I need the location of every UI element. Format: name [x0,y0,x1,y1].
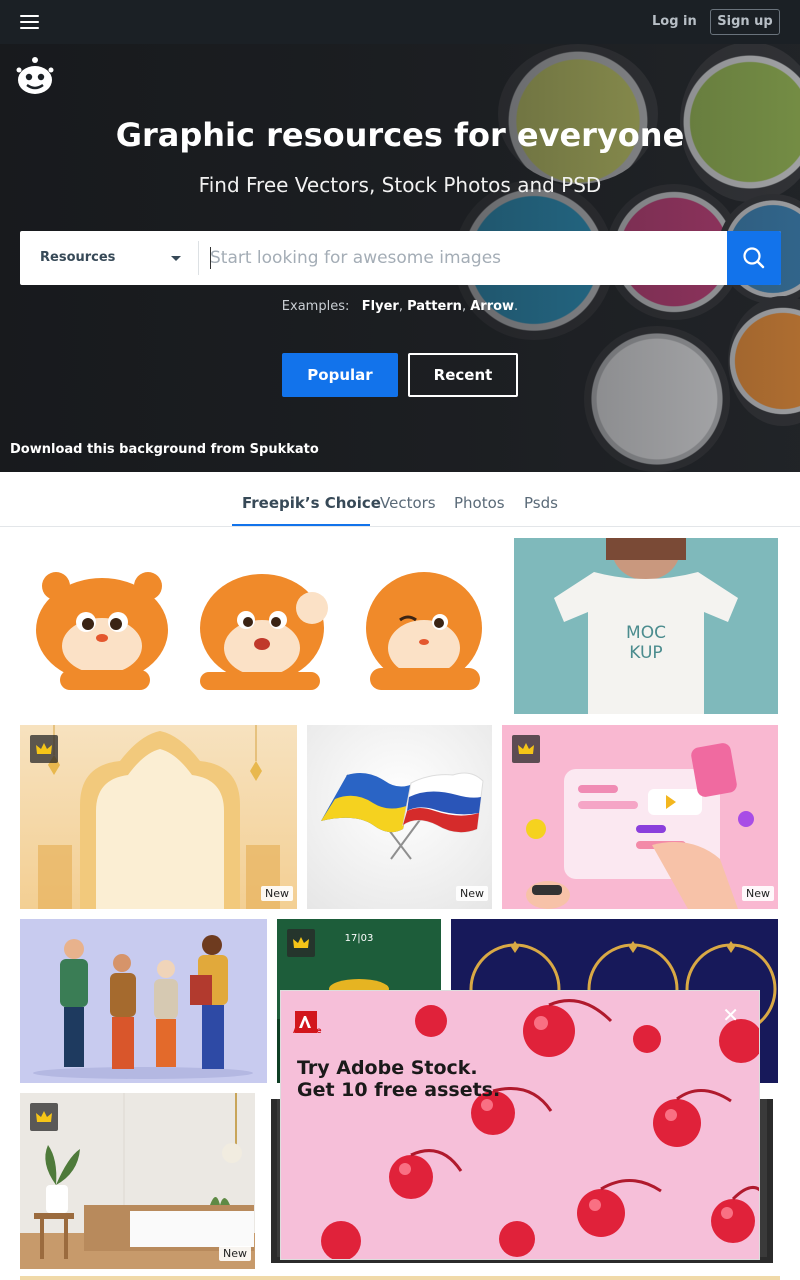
new-badge: New [261,886,293,901]
search-icon [743,247,765,269]
content-tabs: Freepik’s Choice Vectors Photos Psds [0,472,800,527]
ukraine-russia-flags-illustration [321,772,484,860]
image-card-flags[interactable]: New [307,725,492,909]
image-card-3d-ui-hand[interactable]: New [502,725,778,909]
signup-button[interactable]: Sign up [710,9,780,35]
tab-photos[interactable]: Photos [454,494,505,512]
hero-section: Graphic resources for everyone Find Free… [0,44,800,472]
caret-down-icon [171,256,181,261]
active-tab-indicator [232,524,370,526]
svg-text:17|03: 17|03 [345,933,374,944]
ad-headline-line2: Get 10 free assets. [297,1079,501,1101]
image-card-tshirt-mockup[interactable]: MOC KUP [514,538,778,714]
ad-headline: Try Adobe Stock. Get 10 free assets. [297,1057,500,1101]
premium-badge [512,735,540,763]
hero-title: Graphic resources for everyone [115,116,685,154]
mockup-text-line2: KUP [629,643,662,663]
crown-icon [36,1111,52,1122]
search-divider [198,241,199,275]
resources-dropdown-label: Resources [40,250,116,265]
freepik-logo[interactable] [14,56,56,96]
premium-badge [287,929,315,957]
recent-button[interactable]: Recent [408,353,518,397]
image-card-tiger-cubs[interactable] [20,538,504,714]
students-illustration [33,935,253,1079]
login-link[interactable]: Log in [652,14,697,29]
menu-icon[interactable] [20,14,40,30]
adobe-logo-text: Adobe [293,1026,322,1035]
resources-dropdown[interactable]: Resources [20,231,198,285]
example-link-flyer[interactable]: Flyer [362,299,399,314]
adobe-stock-ad[interactable]: Adobe Try Adobe Stock. Get 10 free asset… [280,990,760,1260]
new-badge: New [456,886,488,901]
tiger-cubs-illustration [36,572,482,690]
next-row-preview [20,1276,780,1280]
image-card-ramadan-arch[interactable]: New [20,725,297,909]
search-examples: Examples: Flyer, Pattern, Arrow. [281,299,519,314]
example-link-arrow[interactable]: Arrow [470,299,514,314]
3d-app-interface-illustration [526,743,754,909]
mockup-text-line1: MOC [626,623,666,643]
golden-arch-illustration [38,725,280,909]
premium-badge [30,735,58,763]
tshirt-mockup-photo: MOC KUP [554,538,738,714]
top-navigation-bar: Log in Sign up [0,0,800,44]
tab-vectors[interactable]: Vectors [380,494,436,512]
example-link-pattern[interactable]: Pattern [407,299,462,314]
image-card-people-books[interactable] [20,919,267,1083]
close-icon[interactable]: ✕ [722,1003,739,1027]
crown-icon [518,743,534,754]
ad-headline-line1: Try Adobe Stock. [297,1057,478,1079]
popular-button[interactable]: Popular [282,353,398,397]
new-badge: New [219,1246,251,1261]
crown-icon [36,743,52,754]
crown-icon [293,937,309,948]
search-button[interactable] [727,231,781,285]
cherries-background [321,999,759,1259]
search-bar: Resources [20,231,781,285]
tab-freepiks-choice[interactable]: Freepik’s Choice [242,494,381,512]
new-badge: New [742,886,774,901]
examples-label: Examples: [281,299,350,314]
background-credit-link[interactable]: Download this background from Spukkato [10,442,319,457]
premium-badge [30,1103,58,1131]
image-card-interior[interactable]: New [20,1093,255,1269]
search-input[interactable] [200,231,727,285]
hero-subtitle: Find Free Vectors, Stock Photos and PSD [198,173,602,197]
tab-psds[interactable]: Psds [524,494,558,512]
